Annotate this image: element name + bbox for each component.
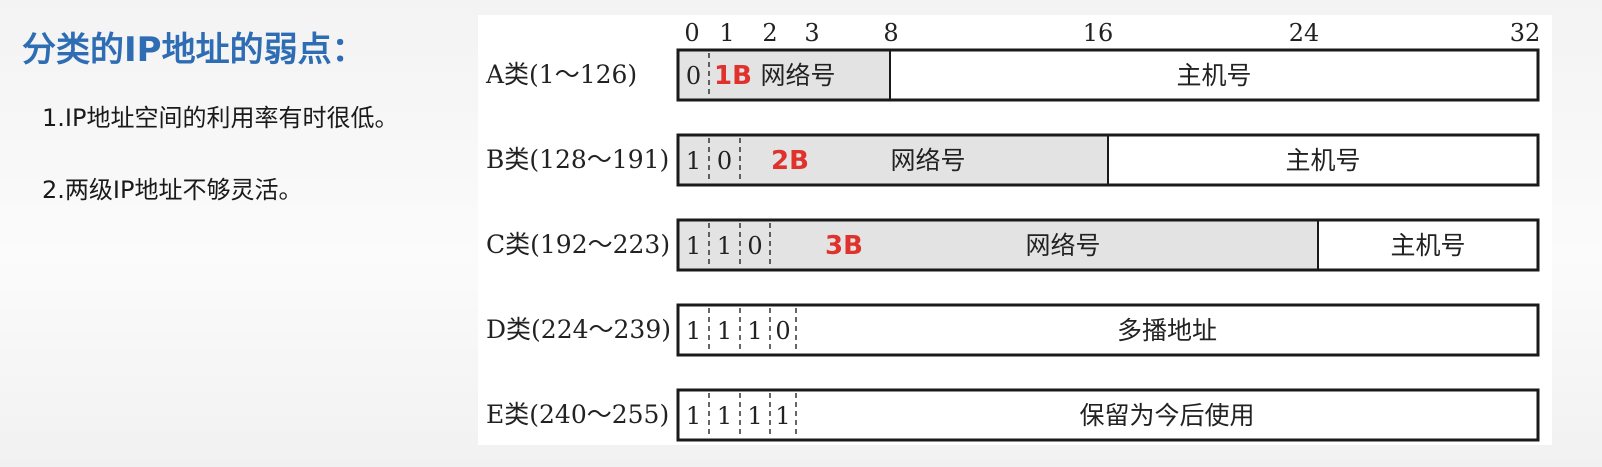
prefix-bit-value: 0 xyxy=(717,147,732,175)
weakness-point-2: 2.两级IP地址不够灵活。 xyxy=(42,176,303,204)
network-part-fill xyxy=(678,220,1318,270)
weakness-point-1: 1.IP地址空间的利用率有时很低。 xyxy=(42,104,399,132)
bit-position-tick-label: 24 xyxy=(1289,19,1320,47)
prefix-bit-value: 0 xyxy=(775,317,790,345)
class-label: D类(224～239) xyxy=(486,315,671,344)
weakness-list: 1.IP地址空间的利用率有时很低。 2.两级IP地址不够灵活。 xyxy=(42,100,398,244)
prefix-bit-value: 1 xyxy=(775,402,790,430)
class-label: B类(128～191) xyxy=(486,145,669,174)
bit-position-tick-label: 2 xyxy=(762,19,777,47)
prefix-bit-value: 1 xyxy=(686,232,701,260)
address-purpose-label: 多播地址 xyxy=(1117,316,1217,345)
bit-position-tick-label: 16 xyxy=(1083,19,1114,47)
slide-title: 分类的IP地址的弱点： xyxy=(22,30,366,70)
prefix-bit-value: 1 xyxy=(686,402,701,430)
prefix-bit-value: 1 xyxy=(686,147,701,175)
network-number-label: 网络号 xyxy=(890,146,965,175)
bit-position-tick-label: 0 xyxy=(684,19,699,47)
prefix-bit-value: 1 xyxy=(686,317,701,345)
address-box xyxy=(676,303,1540,357)
prefix-bit-value: 1 xyxy=(717,317,732,345)
bit-position-tick-label: 1 xyxy=(719,19,734,47)
bit-position-tick-label: 8 xyxy=(883,19,898,47)
host-number-label: 主机号 xyxy=(1390,231,1465,260)
byte-size-mark: 3B xyxy=(825,231,863,261)
bit-position-tick-label: 32 xyxy=(1510,19,1541,47)
class-label: A类(1～126) xyxy=(485,60,637,89)
class-label: E类(240～255) xyxy=(486,400,669,429)
prefix-bit-value: 1 xyxy=(717,402,732,430)
network-number-label: 网络号 xyxy=(1025,231,1100,260)
host-number-label: 主机号 xyxy=(1285,146,1360,175)
ip-class-diagram-svg: 0 1 2 3 8 16 24 32A类(1～126) 0 1B 网络号 主机号B类(128～191)… xyxy=(485,19,1541,442)
prefix-bit-value: 1 xyxy=(717,232,732,260)
network-number-label: 网络号 xyxy=(760,61,835,90)
host-number-label: 主机号 xyxy=(1176,61,1251,90)
byte-size-mark: 1B xyxy=(714,61,752,91)
prefix-bit-value: 0 xyxy=(747,232,762,260)
ip-class-diagram: 0 1 2 3 8 16 24 32 A类(1～126) 0 1B 网络号 主机号 B类(128～191)… xyxy=(478,15,1552,445)
byte-size-mark: 2B xyxy=(771,146,809,176)
class-label: C类(192～223) xyxy=(486,230,670,259)
prefix-bit-value: 1 xyxy=(747,402,762,430)
address-purpose-label: 保留为今后使用 xyxy=(1079,401,1254,430)
prefix-bit-value: 1 xyxy=(747,317,762,345)
prefix-bit-value: 0 xyxy=(686,62,701,90)
bit-position-tick-label: 3 xyxy=(804,19,819,47)
